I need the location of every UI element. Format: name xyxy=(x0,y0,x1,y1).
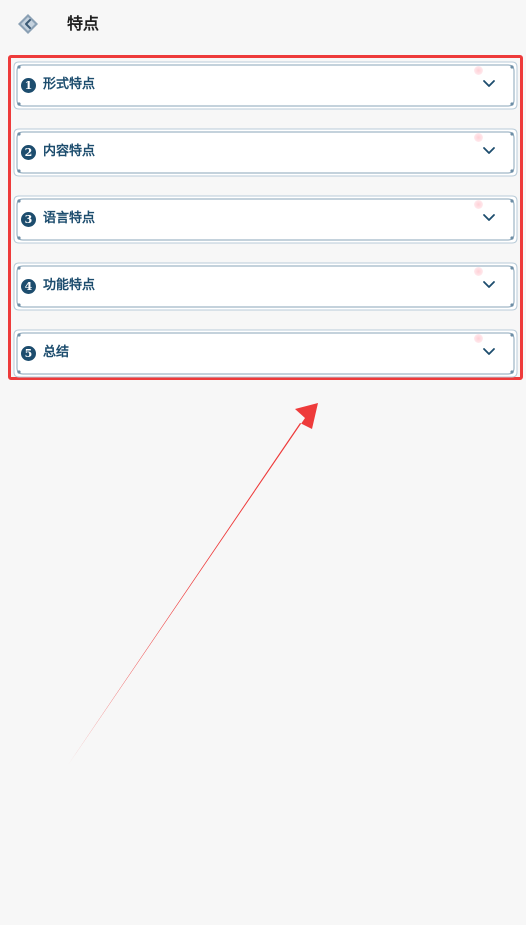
page-title: 特点 xyxy=(67,14,100,33)
decorative-dot xyxy=(474,200,483,209)
decorative-dot xyxy=(474,133,483,142)
section-number: 4 xyxy=(21,279,36,294)
section-label: 功能特点 xyxy=(43,278,96,293)
decorative-dot xyxy=(474,334,483,343)
accordion-item-language[interactable]: 3 语言特点 xyxy=(13,195,518,244)
chevron-down-icon[interactable] xyxy=(481,76,497,92)
back-arrow-icon[interactable] xyxy=(16,12,40,36)
section-number: 3 xyxy=(21,212,36,227)
section-label: 总结 xyxy=(43,345,70,360)
section-label: 语言特点 xyxy=(43,211,96,226)
header-bar: 特点 xyxy=(0,0,526,50)
section-number: 1 xyxy=(21,78,36,93)
chevron-down-icon[interactable] xyxy=(481,277,497,293)
section-label: 内容特点 xyxy=(43,144,96,159)
section-number: 2 xyxy=(21,145,36,160)
accordion-item-function[interactable]: 4 功能特点 xyxy=(13,262,518,311)
card-frame xyxy=(13,329,518,378)
accordion-item-summary[interactable]: 5 总结 xyxy=(13,329,518,378)
decorative-dot xyxy=(474,267,483,276)
chevron-down-icon[interactable] xyxy=(481,143,497,159)
accordion-item-content[interactable]: 2 内容特点 xyxy=(13,128,518,177)
section-number: 5 xyxy=(21,346,36,361)
section-label: 形式特点 xyxy=(43,77,96,92)
decorative-dot xyxy=(474,66,483,75)
accordion-item-form[interactable]: 1 形式特点 xyxy=(13,61,518,110)
chevron-down-icon[interactable] xyxy=(481,344,497,360)
chevron-down-icon[interactable] xyxy=(481,210,497,226)
